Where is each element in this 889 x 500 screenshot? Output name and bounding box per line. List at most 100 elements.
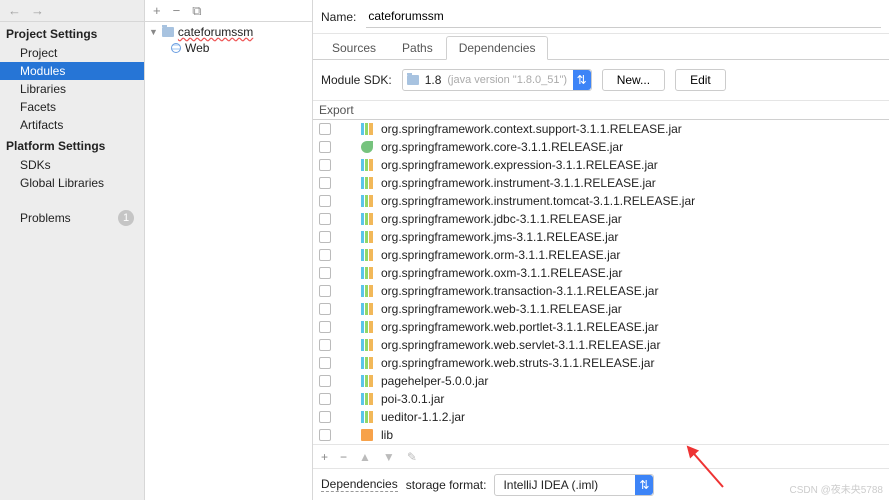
export-checkbox[interactable] — [319, 339, 331, 351]
dependency-name: org.springframework.web.servlet-3.1.1.RE… — [381, 338, 660, 352]
dependency-row[interactable]: org.springframework.web.portlet-3.1.1.RE… — [313, 318, 889, 336]
tab-sources[interactable]: Sources — [319, 36, 389, 60]
books-icon — [361, 375, 373, 387]
tab-dependencies[interactable]: Dependencies — [446, 36, 549, 60]
nav-history: ← → — [0, 0, 144, 22]
export-checkbox[interactable] — [319, 231, 331, 243]
storage-label-1: Dependencies — [321, 477, 398, 492]
nav-item-global-libraries[interactable]: Global Libraries — [0, 174, 144, 192]
dependency-row[interactable]: org.springframework.jdbc-3.1.1.RELEASE.j… — [313, 210, 889, 228]
dependency-name: org.springframework.jdbc-3.1.1.RELEASE.j… — [381, 212, 622, 226]
export-checkbox[interactable] — [319, 321, 331, 333]
disclose-icon[interactable]: ▼ — [149, 27, 158, 37]
move-down-icon[interactable]: ▼ — [383, 450, 395, 464]
sdk-new-button[interactable]: New... — [602, 69, 665, 91]
module-tree-child-web[interactable]: Web — [145, 40, 312, 56]
dependency-row[interactable]: org.springframework.context.support-3.1.… — [313, 120, 889, 138]
nav-item-libraries[interactable]: Libraries — [0, 80, 144, 98]
export-checkbox[interactable] — [319, 195, 331, 207]
books-icon — [361, 177, 373, 189]
nav-item-sdks[interactable]: SDKs — [0, 156, 144, 174]
copy-icon[interactable]: ⧉ — [192, 3, 201, 19]
dependency-name: ueditor-1.1.2.jar — [381, 410, 465, 424]
dependency-row[interactable]: lib — [313, 426, 889, 444]
dependency-name: org.springframework.web-3.1.1.RELEASE.ja… — [381, 302, 622, 316]
module-tree-toolbar: + − ⧉ — [145, 0, 312, 22]
module-name: cateforumssm — [178, 25, 253, 39]
nav-item-project[interactable]: Project — [0, 44, 144, 62]
dependency-name: org.springframework.instrument-3.1.1.REL… — [381, 176, 656, 190]
dependency-row[interactable]: org.springframework.transaction-3.1.1.RE… — [313, 282, 889, 300]
dependency-row[interactable]: org.springframework.jms-3.1.1.RELEASE.ja… — [313, 228, 889, 246]
forward-icon[interactable]: → — [31, 3, 44, 18]
export-checkbox[interactable] — [319, 141, 331, 153]
module-name-input[interactable] — [366, 6, 881, 28]
export-checkbox[interactable] — [319, 357, 331, 369]
dependency-name: org.springframework.core-3.1.1.RELEASE.j… — [381, 140, 623, 154]
dependency-name: lib — [381, 428, 393, 442]
export-checkbox[interactable] — [319, 411, 331, 423]
dependency-row[interactable]: pagehelper-5.0.0.jar — [313, 372, 889, 390]
dependencies-list[interactable]: org.springframework.context.support-3.1.… — [313, 120, 889, 444]
watermark: CSDN @夜未央5788 — [789, 481, 883, 496]
sdk-edit-button[interactable]: Edit — [675, 69, 726, 91]
dependency-row[interactable]: poi-3.0.1.jar — [313, 390, 889, 408]
dependency-row[interactable]: org.springframework.orm-3.1.1.RELEASE.ja… — [313, 246, 889, 264]
export-checkbox[interactable] — [319, 303, 331, 315]
chevron-updown-icon[interactable]: ⇅ — [635, 475, 653, 495]
dependency-name: poi-3.0.1.jar — [381, 392, 444, 406]
module-sdk-select[interactable]: 1.8 (java version "1.8.0_51") ⇅ — [402, 69, 592, 91]
edit-dep-icon[interactable]: ✎ — [407, 450, 417, 464]
leaf-icon — [361, 141, 373, 153]
storage-label-2: storage format: — [406, 478, 487, 492]
dependency-name: org.springframework.web.struts-3.1.1.REL… — [381, 356, 654, 370]
module-tree-pane: + − ⧉ ▼ cateforumssm Web — [145, 0, 313, 500]
export-checkbox[interactable] — [319, 123, 331, 135]
web-icon — [171, 43, 181, 53]
books-icon — [361, 303, 373, 315]
add-dep-icon[interactable]: + — [321, 450, 328, 464]
storage-format-select[interactable]: IntelliJ IDEA (.iml) ⇅ — [494, 474, 654, 496]
sdk-icon — [407, 75, 419, 85]
dependency-row[interactable]: org.springframework.web.struts-3.1.1.REL… — [313, 354, 889, 372]
dependency-row[interactable]: org.springframework.instrument-3.1.1.REL… — [313, 174, 889, 192]
dependency-row[interactable]: org.springframework.web.servlet-3.1.1.RE… — [313, 336, 889, 354]
platform-settings-heading: Platform Settings — [0, 134, 144, 156]
dependency-name: org.springframework.oxm-3.1.1.RELEASE.ja… — [381, 266, 622, 280]
nav-item-artifacts[interactable]: Artifacts — [0, 116, 144, 134]
export-checkbox[interactable] — [319, 159, 331, 171]
tab-paths[interactable]: Paths — [389, 36, 446, 60]
export-checkbox[interactable] — [319, 267, 331, 279]
books-icon — [361, 411, 373, 423]
dependency-row[interactable]: ueditor-1.1.2.jar — [313, 408, 889, 426]
export-checkbox[interactable] — [319, 213, 331, 225]
export-checkbox[interactable] — [319, 429, 331, 441]
module-tree-root[interactable]: ▼ cateforumssm — [145, 24, 312, 40]
export-checkbox[interactable] — [319, 393, 331, 405]
books-icon — [361, 285, 373, 297]
dependency-row[interactable]: org.springframework.instrument.tomcat-3.… — [313, 192, 889, 210]
add-icon[interactable]: + — [153, 3, 161, 18]
export-checkbox[interactable] — [319, 285, 331, 297]
back-icon[interactable]: ← — [8, 3, 21, 18]
export-checkbox[interactable] — [319, 375, 331, 387]
module-sdk-label: Module SDK: — [321, 73, 392, 87]
export-checkbox[interactable] — [319, 249, 331, 261]
move-up-icon[interactable]: ▲ — [359, 450, 371, 464]
sdk-subtitle: (java version "1.8.0_51") — [447, 74, 567, 86]
books-icon — [361, 267, 373, 279]
dependency-row[interactable]: org.springframework.expression-3.1.1.REL… — [313, 156, 889, 174]
nav-item-modules[interactable]: Modules — [0, 62, 144, 80]
export-checkbox[interactable] — [319, 177, 331, 189]
books-icon — [361, 249, 373, 261]
books-icon — [361, 213, 373, 225]
dependency-row[interactable]: org.springframework.core-3.1.1.RELEASE.j… — [313, 138, 889, 156]
remove-dep-icon[interactable]: − — [340, 450, 347, 464]
remove-icon[interactable]: − — [173, 3, 181, 18]
dependency-row[interactable]: org.springframework.oxm-3.1.1.RELEASE.ja… — [313, 264, 889, 282]
dependency-row[interactable]: org.springframework.web-3.1.1.RELEASE.ja… — [313, 300, 889, 318]
storage-format-value: IntelliJ IDEA (.iml) — [503, 478, 598, 492]
nav-item-facets[interactable]: Facets — [0, 98, 144, 116]
problems-item[interactable]: Problems 1 — [0, 208, 144, 228]
chevron-updown-icon[interactable]: ⇅ — [573, 70, 591, 90]
